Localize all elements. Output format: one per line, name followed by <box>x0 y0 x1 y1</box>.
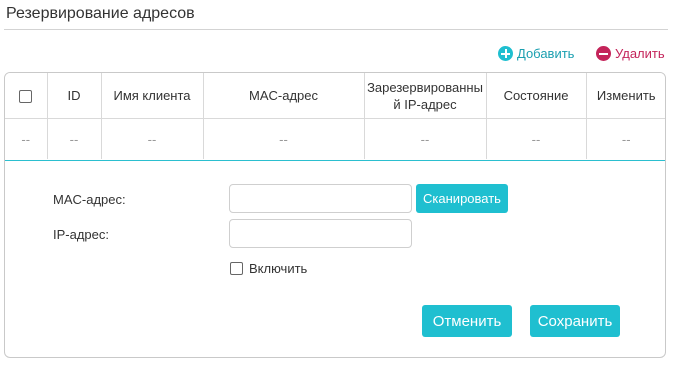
section-title: Резервирование адресов <box>6 5 195 22</box>
reservation-edit-form: MAC-адрес: Сканировать IP-адрес: Включит… <box>5 160 665 357</box>
ip-address-input[interactable] <box>229 219 412 248</box>
title-divider <box>4 29 668 30</box>
table-row: -- -- -- -- -- -- -- <box>5 118 665 159</box>
reservation-table-panel: ID Имя клиента MAC-адрес Зарезервированн… <box>4 72 666 358</box>
column-header-id: ID <box>47 73 102 119</box>
table-cell: -- <box>5 118 48 159</box>
table-cell: -- <box>364 118 487 159</box>
reservation-table: ID Имя клиента MAC-адрес Зарезервированн… <box>5 73 665 159</box>
table-cell: -- <box>621 131 631 147</box>
mac-address-label: MAC-адрес: <box>53 192 126 207</box>
column-header-reserved-ip: Зарезервированны й IP-адрес <box>364 73 487 119</box>
reserved-ip-header-line-2: й IP-адрес <box>393 96 457 112</box>
plus-circle-icon <box>498 46 513 61</box>
enable-toggle[interactable]: Включить <box>230 261 307 276</box>
enable-label: Включить <box>249 261 308 276</box>
enable-checkbox[interactable] <box>230 262 243 275</box>
cancel-button[interactable]: Отменить <box>422 305 512 337</box>
add-button[interactable]: Добавить <box>498 46 574 61</box>
ip-address-label: IP-адрес: <box>53 227 109 242</box>
table-cell: -- <box>203 118 365 159</box>
column-header-mac: MAC-адрес <box>203 73 365 119</box>
save-button[interactable]: Сохранить <box>530 305 620 337</box>
add-button-label: Добавить <box>517 46 575 61</box>
table-header-row: ID Имя клиента MAC-адрес Зарезервированн… <box>5 73 665 119</box>
delete-button[interactable]: Удалить <box>596 46 665 61</box>
delete-button-label: Удалить <box>615 46 665 61</box>
column-header-status: Состояние <box>486 73 587 119</box>
table-cell: -- <box>486 118 587 159</box>
minus-circle-icon <box>596 46 611 61</box>
reserved-ip-header-line-1: Зарезервированны <box>367 79 483 95</box>
scan-button[interactable]: Сканировать <box>416 184 508 213</box>
mac-address-input[interactable] <box>229 184 412 213</box>
table-cell: -- <box>47 118 102 159</box>
column-header-edit: Изменить <box>586 73 665 119</box>
table-cell: -- <box>101 118 204 159</box>
select-all-checkbox[interactable] <box>19 90 33 104</box>
select-all-cell[interactable] <box>5 73 48 119</box>
column-header-client-name: Имя клиента <box>101 73 204 119</box>
